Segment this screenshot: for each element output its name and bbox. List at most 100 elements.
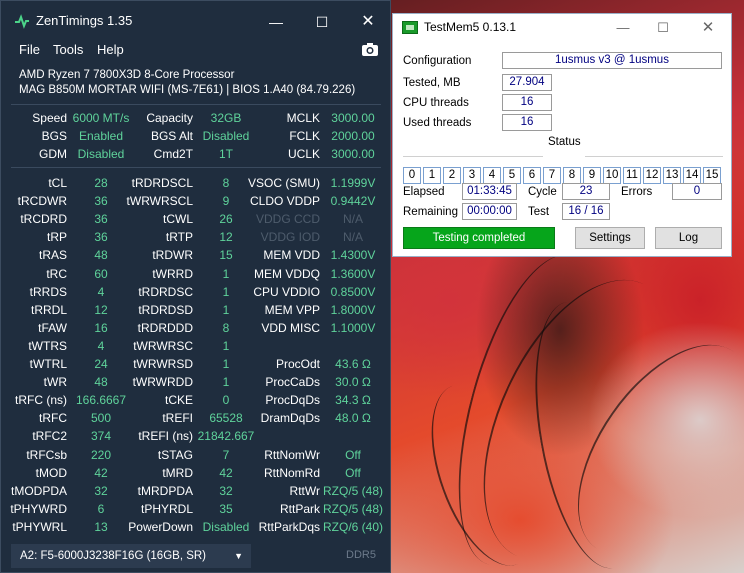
value-uclk: 3000.00 — [331, 147, 375, 161]
value-rttwr: RZQ/5 (48) — [322, 483, 383, 498]
errors-value: 0 — [672, 183, 722, 200]
value-vdd-misc: 1.1000V — [330, 320, 376, 335]
value-vsoc-smu: 1.1999V — [330, 176, 376, 190]
value-tstag: 7 — [222, 447, 230, 462]
menu-file[interactable]: File — [19, 42, 40, 57]
elapsed-value: 01:33:45 — [462, 183, 517, 200]
value-fclk: 2000.00 — [331, 129, 375, 143]
test-label: Test — [528, 206, 550, 218]
value-tfaw: 16 — [94, 320, 108, 335]
value-trdwr: 15 — [219, 248, 233, 263]
test-value: 16 / 16 — [562, 203, 610, 220]
minimize-button[interactable]: — — [253, 9, 299, 35]
value-tcke: 0 — [222, 393, 230, 408]
thread-status-6: 6 — [523, 167, 541, 184]
value-mem-vpp: 1.8000V — [330, 302, 376, 317]
value-dramdqds: 48.0 Ω — [335, 411, 371, 426]
zentimings-title: ZenTimings 1.35 — [36, 13, 133, 28]
minimize-button[interactable]: — — [603, 17, 643, 39]
value-trrds: 4 — [97, 284, 105, 299]
value-rttparkdqs: RZQ/6 (40) — [322, 519, 383, 534]
divider — [403, 156, 543, 157]
value-tphywrd: 6 — [97, 501, 105, 516]
maximize-button[interactable]: ☐ — [299, 9, 345, 35]
thread-status-1: 1 — [423, 167, 441, 184]
value-trtp: 12 — [219, 230, 233, 245]
thread-status-0: 0 — [403, 167, 421, 184]
value-cmd2t: 1T — [218, 147, 233, 161]
value-twrwrsd: 1 — [222, 357, 230, 371]
testmem-title: TestMem5 0.13.1 — [424, 20, 517, 34]
maximize-button[interactable]: ☐ — [643, 17, 683, 39]
progress-bar: Testing completed — [403, 227, 555, 249]
divider — [11, 167, 381, 168]
value-cldo-vddp: 0.9442V — [330, 194, 376, 209]
value-tmod: 42 — [94, 465, 108, 480]
value-bgs-alt: Disabled — [202, 129, 250, 143]
value-trefi: 65528 — [209, 411, 243, 426]
thread-status-5: 5 — [503, 167, 521, 184]
thread-status-11: 11 — [623, 167, 641, 184]
cycle-label: Cycle — [528, 186, 557, 198]
value-vddg-ccd: N/A — [342, 212, 363, 227]
thread-status-3: 3 — [463, 167, 481, 184]
value-tmrd: 42 — [219, 465, 233, 480]
close-button[interactable]: ✕ — [345, 9, 391, 35]
config-value: 1usmus v3 @ 1usmus — [502, 52, 722, 69]
thread-status-7: 7 — [543, 167, 561, 184]
value-trc: 60 — [94, 266, 108, 281]
zentimings-window: ZenTimings 1.35 — ☐ ✕ File Tools Help AM… — [0, 0, 391, 573]
dimm-select[interactable]: A2: F5-6000J3238F16G (16GB, SR) ▼ — [11, 544, 251, 568]
value-trcdrd: 36 — [94, 212, 108, 227]
value-trdrddd: 8 — [222, 320, 230, 335]
value-mem-vddq: 1.3600V — [330, 266, 376, 281]
value-trfcsb: 220 — [90, 447, 112, 462]
errors-label: Errors — [621, 186, 653, 198]
menu-tools[interactable]: Tools — [53, 42, 83, 57]
value-procodt: 43.6 Ω — [335, 357, 371, 371]
thread-status-2: 2 — [443, 167, 461, 184]
cpu-threads-label: CPU threads — [403, 97, 469, 109]
thread-status-12: 12 — [643, 167, 661, 184]
close-button[interactable]: ✕ — [688, 17, 728, 39]
value-tmodpda: 32 — [94, 483, 108, 498]
menu-help[interactable]: Help — [97, 42, 124, 57]
thread-status-15: 15 — [703, 167, 721, 184]
value-tras: 48 — [94, 248, 108, 263]
used-threads-label: Used threads — [403, 117, 472, 129]
value-powerdown: Disabled — [202, 519, 250, 534]
thread-status-9: 9 — [583, 167, 601, 184]
cpu-name: AMD Ryzen 7 7800X3D 8-Core Processor — [19, 69, 235, 81]
value-rttnomwr: Off — [345, 447, 361, 462]
value-tphyrdl: 35 — [219, 501, 233, 516]
value-trp: 36 — [94, 230, 108, 245]
elapsed-label: Elapsed — [403, 186, 445, 198]
log-button[interactable]: Log — [655, 227, 722, 249]
tested-label: Tested, MB — [403, 77, 461, 89]
camera-icon[interactable] — [361, 41, 379, 57]
value-trfc: 500 — [90, 411, 112, 426]
value-trrdl: 12 — [94, 302, 108, 317]
value-proccads: 30.0 Ω — [335, 375, 371, 390]
thread-status-4: 4 — [483, 167, 501, 184]
tested-value: 27.904 — [502, 74, 552, 91]
config-label: Configuration — [403, 55, 472, 67]
value-trefi-ns: 21842.667 — [197, 429, 255, 444]
bottom-bar: A2: F5-6000J3238F16G (16GB, SR) ▼ DDR5 — [1, 541, 390, 572]
value-capacity: 32GB — [210, 111, 242, 125]
value-twrwrsc: 1 — [222, 338, 230, 353]
used-threads-value: 16 — [502, 114, 552, 131]
value-trfc2: 374 — [90, 429, 112, 444]
menu-bar: File Tools Help — [1, 39, 390, 61]
value-mem-vdd: 1.4300V — [330, 248, 376, 263]
testmem-window: TestMem5 0.13.1 — ☐ ✕ Configuration 1usm… — [392, 13, 732, 257]
settings-button[interactable]: Settings — [575, 227, 645, 249]
value-cpu-vddio: 0.8500V — [330, 284, 376, 299]
value-speed: 6000 MT/s — [72, 111, 130, 125]
cycle-value: 23 — [562, 183, 610, 200]
value-twrwrdd: 1 — [222, 375, 230, 390]
value-procdqds: 34.3 Ω — [335, 393, 371, 408]
zentimings-titlebar[interactable]: ZenTimings 1.35 — ☐ ✕ — [1, 1, 390, 41]
value-bgs: Enabled — [78, 129, 124, 143]
memory-chip-icon — [402, 21, 418, 34]
